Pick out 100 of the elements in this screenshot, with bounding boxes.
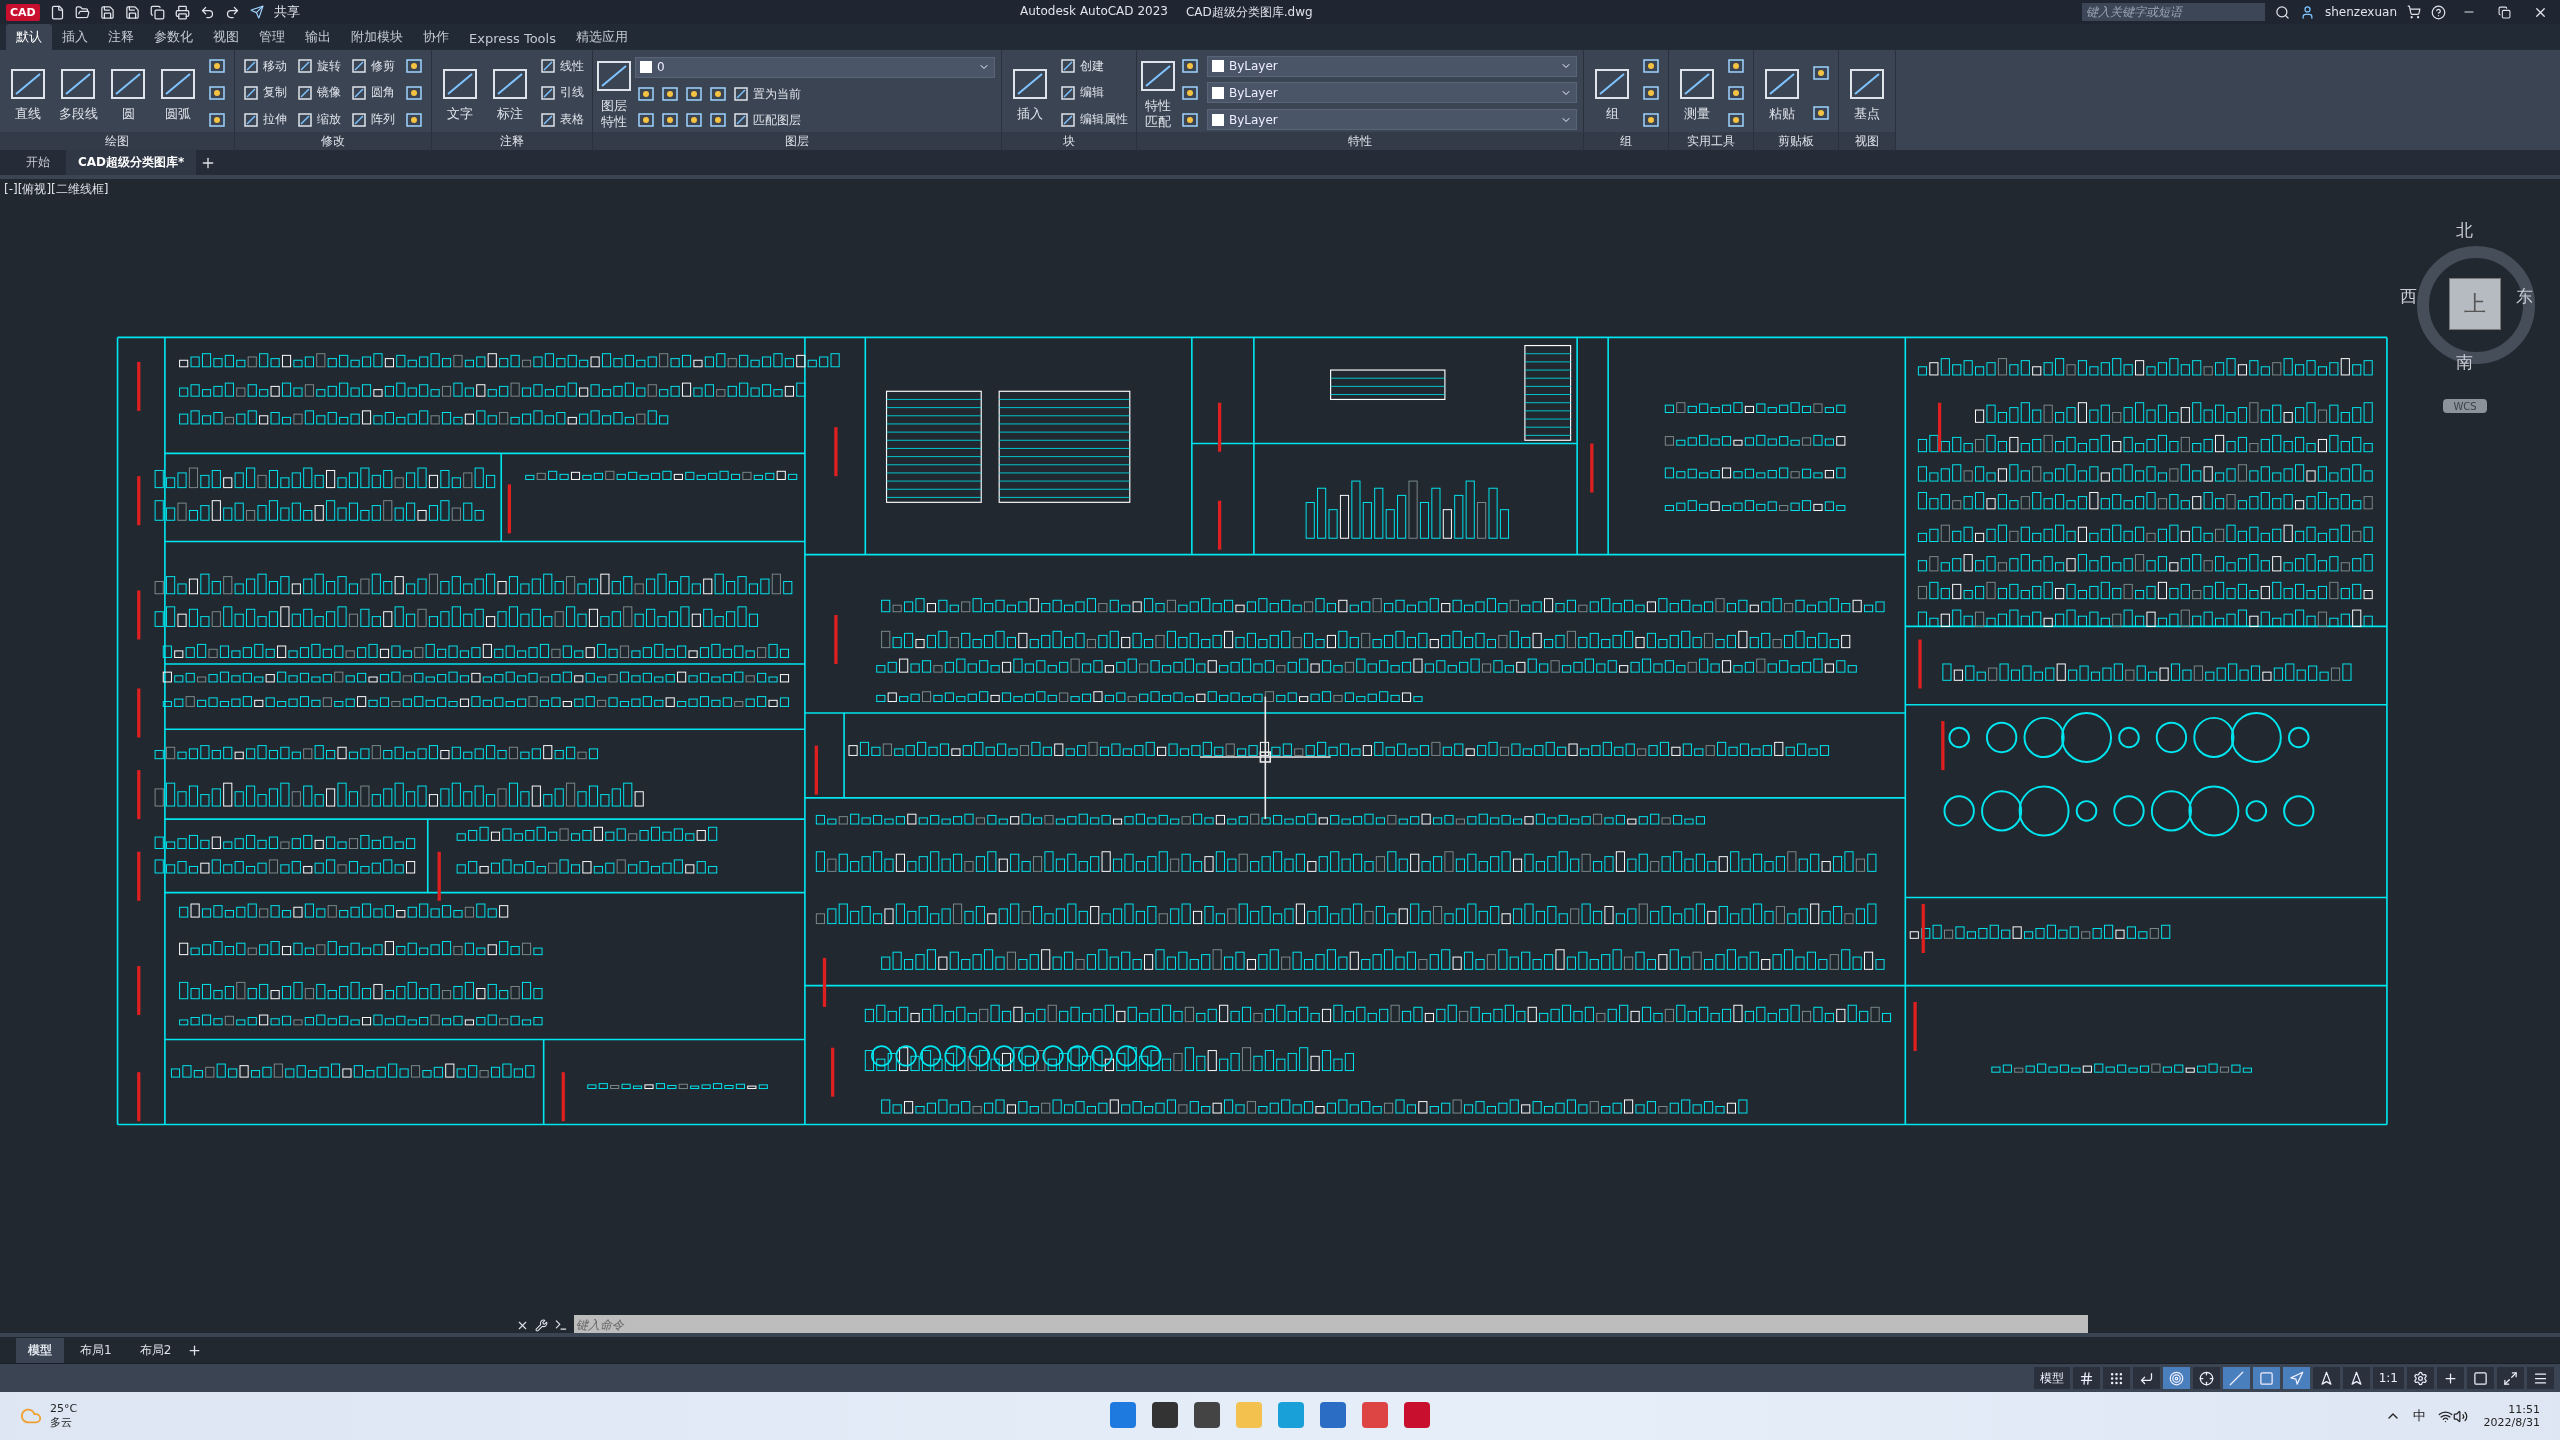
ribbon-tool-button[interactable]: 特性匹配 xyxy=(1143,55,1173,131)
ime-indicator[interactable]: 中 xyxy=(2412,1407,2426,1425)
tool-icon[interactable] xyxy=(206,84,228,102)
ribbon-tool-button[interactable]: 插入 xyxy=(1008,63,1052,123)
panel-title[interactable]: 绘图 xyxy=(105,132,129,150)
toolbar-icon[interactable] xyxy=(174,4,190,20)
layout-tab[interactable]: 布局2 xyxy=(127,1337,184,1363)
ribbon-tool-button[interactable]: 镜像 xyxy=(295,84,343,102)
viewport-label[interactable]: [-][俯视][二维线框] xyxy=(4,181,109,198)
tool-icon[interactable] xyxy=(1810,104,1832,122)
tool-icon[interactable] xyxy=(659,111,681,130)
wrench-icon[interactable] xyxy=(535,1318,548,1332)
search-icon[interactable] xyxy=(2275,4,2290,20)
tool-icon[interactable] xyxy=(707,85,729,104)
tool-icon[interactable] xyxy=(206,57,228,76)
ribbon-tool-button[interactable]: 图层特性 xyxy=(599,55,629,131)
restore-icon[interactable] xyxy=(2498,5,2511,19)
panel-title[interactable]: 块 xyxy=(1063,132,1075,150)
dropdown-field[interactable]: ByLayer xyxy=(1207,82,1577,104)
toolbar-icon[interactable] xyxy=(124,4,140,20)
annotation-scale-button[interactable]: 1:1 xyxy=(2372,1367,2404,1389)
ribbon-tab[interactable]: 插入 xyxy=(52,24,98,50)
ribbon-tool-button[interactable]: 圆 xyxy=(106,63,150,123)
model-space-button[interactable]: 模型 xyxy=(2033,1367,2070,1389)
tool-icon[interactable] xyxy=(206,110,228,129)
toolbar-icon[interactable] xyxy=(149,4,165,20)
ribbon-tool-button[interactable]: 移动 xyxy=(241,57,289,75)
ribbon-tool-button[interactable]: 标注 xyxy=(488,63,532,123)
ribbon-tool-button[interactable]: 基点 xyxy=(1845,63,1889,123)
tool-icon[interactable] xyxy=(635,85,657,104)
toolbar-icon[interactable] xyxy=(49,4,65,20)
compass-label[interactable]: 东 xyxy=(2516,285,2533,308)
status-toggle[interactable] xyxy=(2342,1367,2370,1389)
ribbon-tool-button[interactable]: 表格 xyxy=(538,111,586,129)
ribbon-tab[interactable]: 输出 xyxy=(295,24,341,50)
viewcube-face[interactable]: 上 xyxy=(2449,278,2501,330)
ribbon-tab[interactable]: 默认 xyxy=(6,24,52,50)
ribbon-tab[interactable]: 视图 xyxy=(203,24,249,50)
ribbon-tool-button[interactable]: 组 xyxy=(1590,63,1634,123)
panel-title[interactable]: 特性 xyxy=(1348,132,1372,150)
search-field[interactable]: 键入关键字或短语 xyxy=(2082,3,2265,21)
tool-icon[interactable] xyxy=(1725,110,1747,129)
ribbon-tool-button[interactable]: 引线 xyxy=(538,84,586,102)
add-layout-icon[interactable] xyxy=(187,1342,203,1358)
ribbon-tool-button[interactable]: 粘贴 xyxy=(1760,63,1804,123)
layout-tab[interactable]: 布局1 xyxy=(68,1337,124,1363)
tool-icon[interactable] xyxy=(1179,57,1201,76)
tool-icon[interactable] xyxy=(1640,84,1662,102)
tool-icon[interactable] xyxy=(659,85,681,104)
toolbar-icon[interactable] xyxy=(74,4,90,20)
layout-tab[interactable]: 模型 xyxy=(16,1337,64,1363)
panel-title[interactable]: 注释 xyxy=(500,132,524,150)
tool-icon[interactable] xyxy=(1810,64,1832,82)
ribbon-tab[interactable]: 参数化 xyxy=(144,24,203,50)
compass-label[interactable]: 北 xyxy=(2456,219,2473,242)
send-icon[interactable] xyxy=(249,5,264,19)
dropdown-field[interactable]: ByLayer xyxy=(1207,109,1577,131)
toolbar-icon[interactable] xyxy=(224,4,240,20)
compass-label[interactable]: 南 xyxy=(2456,351,2473,374)
tool-icon[interactable] xyxy=(635,111,657,130)
ribbon-tool-button[interactable]: 编辑属性 xyxy=(1058,111,1130,129)
ribbon-tab[interactable]: 注释 xyxy=(98,24,144,50)
tool-icon[interactable] xyxy=(1725,84,1747,102)
ribbon-tab[interactable]: Express Tools xyxy=(459,27,566,50)
tool-icon[interactable] xyxy=(403,84,425,102)
volume-icon[interactable] xyxy=(2452,1408,2468,1424)
toolbar-icon[interactable] xyxy=(199,4,215,20)
wifi-icon[interactable] xyxy=(2437,1408,2453,1424)
user-name[interactable]: shenzexuan xyxy=(2325,5,2397,19)
status-toggle[interactable] xyxy=(2252,1367,2280,1389)
panel-title[interactable]: 修改 xyxy=(321,132,345,150)
document-tab[interactable]: CAD超级分类图库* xyxy=(66,150,197,175)
ribbon-tool-button[interactable]: 圆弧 xyxy=(156,63,200,123)
ribbon-tool-button[interactable]: 阵列 xyxy=(349,111,397,129)
status-toggle[interactable] xyxy=(2282,1367,2310,1389)
help-icon[interactable] xyxy=(2431,4,2446,20)
share-label[interactable]: 共享 xyxy=(273,3,300,21)
tool-icon[interactable] xyxy=(1640,57,1662,76)
status-toggle[interactable] xyxy=(2222,1367,2250,1389)
status-toggle[interactable] xyxy=(2192,1367,2220,1389)
ribbon-tool-button[interactable]: 文字 xyxy=(438,63,482,123)
status-toggle[interactable] xyxy=(2312,1367,2340,1389)
command-input[interactable]: 键入命令 xyxy=(574,1315,2088,1333)
status-toggle[interactable] xyxy=(2162,1367,2190,1389)
tool-icon[interactable] xyxy=(1179,84,1201,102)
cart-icon[interactable] xyxy=(2407,5,2421,19)
toolbar-icon[interactable] xyxy=(99,4,115,20)
status-toggle[interactable] xyxy=(2072,1367,2100,1389)
ribbon-tool-button[interactable]: 旋转 xyxy=(295,57,343,75)
status-toggle[interactable] xyxy=(2102,1367,2130,1389)
tool-icon[interactable] xyxy=(707,111,729,130)
panel-title[interactable]: 图层 xyxy=(785,132,809,150)
ribbon-tool-button[interactable]: 线性 xyxy=(538,57,586,75)
tool-icon[interactable] xyxy=(1179,110,1201,129)
dropdown-field[interactable]: 0 xyxy=(635,56,995,78)
status-toggle[interactable] xyxy=(2132,1367,2160,1389)
status-button[interactable] xyxy=(2497,1367,2524,1389)
tool-icon[interactable] xyxy=(683,85,705,104)
status-button[interactable] xyxy=(2437,1367,2464,1389)
ribbon-tool-button[interactable]: 测量 xyxy=(1675,63,1719,123)
